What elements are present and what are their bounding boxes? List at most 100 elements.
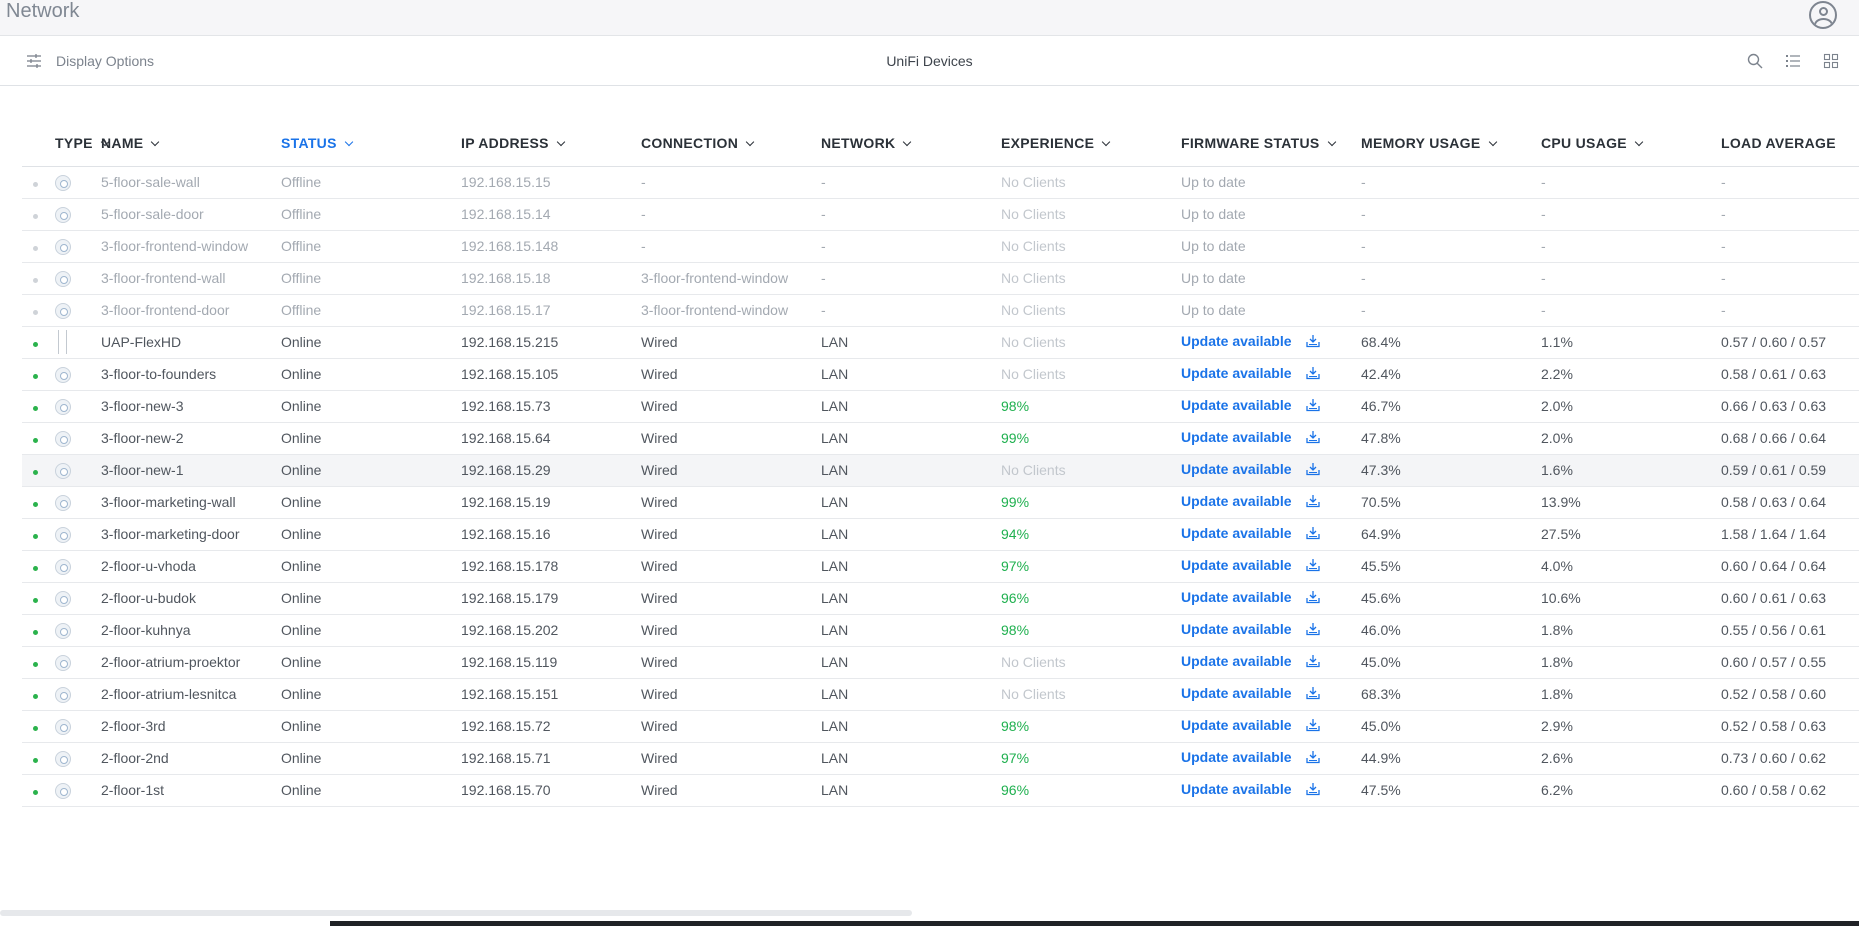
device-name[interactable]: 3-floor-to-founders [101,358,281,391]
column-header-status[interactable]: STATUS [281,120,461,167]
download-icon[interactable] [1305,750,1320,767]
update-available-link[interactable]: Update available [1181,365,1292,381]
update-available-link[interactable]: Update available [1181,525,1292,541]
device-firmware-cell[interactable]: Update available [1181,454,1361,487]
update-available-link[interactable]: Update available [1181,333,1292,349]
update-available-link[interactable]: Update available [1181,493,1292,509]
table-row[interactable]: 2-floor-u-vhoda Online 192.168.15.178 Wired… [22,550,1859,583]
device-firmware-cell[interactable]: Update available [1181,710,1361,743]
device-name[interactable]: 2-floor-u-vhoda [101,550,281,583]
list-view-icon[interactable] [1785,53,1801,69]
device-firmware-cell[interactable]: Update available [1181,390,1361,423]
device-name[interactable]: 3-floor-marketing-door [101,518,281,551]
device-name[interactable]: 2-floor-2nd [101,742,281,775]
device-name[interactable]: 3-floor-frontend-window [101,230,281,263]
download-icon[interactable] [1305,462,1320,479]
device-name[interactable]: 2-floor-u-budok [101,582,281,615]
table-row[interactable]: 2-floor-atrium-proektor Online 192.168.15.… [22,646,1859,679]
column-header-network[interactable]: NETWORK [821,120,1001,167]
table-row[interactable]: UAP-FlexHD Online 192.168.15.215 Wired LAN No… [22,326,1859,359]
download-icon[interactable] [1305,334,1320,351]
table-row[interactable]: 3-floor-frontend-door Offline 192.168.15.1… [22,294,1859,327]
device-firmware-cell[interactable]: Update available [1181,742,1361,775]
table-row[interactable]: 2-floor-atrium-lesnitca Online 192.168.15.… [22,678,1859,711]
download-icon[interactable] [1305,654,1320,671]
update-available-link[interactable]: Update available [1181,461,1292,477]
device-firmware-cell[interactable]: Update available [1181,326,1361,359]
device-name[interactable]: 2-floor-1st [101,774,281,807]
table-row[interactable]: 2-floor-3rd Online 192.168.15.72 Wired LAN 98… [22,710,1859,743]
device-firmware-cell[interactable]: Update available [1181,774,1361,807]
download-icon[interactable] [1305,718,1320,735]
table-row[interactable]: 2-floor-2nd Online 192.168.15.71 Wired LAN 97… [22,742,1859,775]
device-firmware-cell[interactable]: Update available [1181,486,1361,519]
search-icon[interactable] [1747,53,1763,69]
table-row[interactable]: 3-floor-frontend-window Offline 192.168.15… [22,230,1859,263]
download-icon[interactable] [1305,430,1320,447]
device-name[interactable]: 5-floor-sale-door [101,198,281,231]
device-name[interactable]: 3-floor-frontend-wall [101,262,281,295]
device-name[interactable]: 3-floor-marketing-wall [101,486,281,519]
device-firmware-cell[interactable]: Update available [1181,614,1361,647]
device-firmware-cell[interactable]: Update available [1181,518,1361,551]
horizontal-scrollbar[interactable] [0,910,912,916]
device-name[interactable]: UAP-FlexHD [101,326,281,359]
download-icon[interactable] [1305,526,1320,543]
download-icon[interactable] [1305,782,1320,799]
download-icon[interactable] [1305,494,1320,511]
grid-view-icon[interactable] [1823,53,1839,69]
device-name[interactable]: 2-floor-atrium-proektor [101,646,281,679]
device-name[interactable]: 2-floor-atrium-lesnitca [101,678,281,711]
device-firmware-cell[interactable]: Update available [1181,678,1361,711]
device-name[interactable]: 3-floor-new-1 [101,454,281,487]
display-options-button[interactable]: Display Options [26,36,154,86]
device-name[interactable]: 2-floor-kuhnya [101,614,281,647]
column-header-firmware-status[interactable]: FIRMWARE STATUS [1181,120,1361,167]
column-header-cpu-usage[interactable]: CPU USAGE [1541,120,1721,167]
download-icon[interactable] [1305,558,1320,575]
table-row[interactable]: 3-floor-marketing-wall Online 192.168.15.1… [22,486,1859,519]
table-row[interactable]: 3-floor-marketing-door Online 192.168.15.1… [22,518,1859,551]
download-icon[interactable] [1305,590,1320,607]
update-available-link[interactable]: Update available [1181,589,1292,605]
download-icon[interactable] [1305,686,1320,703]
download-icon[interactable] [1305,622,1320,639]
table-row[interactable]: 3-floor-new-1 Online 192.168.15.29 Wired LAN… [22,454,1859,487]
device-firmware-cell[interactable]: Update available [1181,550,1361,583]
device-firmware-cell[interactable]: Update available [1181,582,1361,615]
column-header-memory-usage[interactable]: MEMORY USAGE [1361,120,1541,167]
column-header-type[interactable]: TYPE [55,120,110,167]
table-row[interactable]: 2-floor-u-budok Online 192.168.15.179 Wired… [22,582,1859,615]
table-row[interactable]: 5-floor-sale-door Offline 192.168.15.14- - N… [22,198,1859,231]
update-available-link[interactable]: Update available [1181,653,1292,669]
column-header-connection[interactable]: CONNECTION [641,120,821,167]
device-name[interactable]: 5-floor-sale-wall [101,166,281,199]
table-row[interactable]: 2-floor-1st Online 192.168.15.70 Wired LAN 96… [22,774,1859,807]
device-name[interactable]: 3-floor-new-3 [101,390,281,423]
column-header-load-average[interactable]: LOAD AVERAGE [1721,120,1859,167]
download-icon[interactable] [1305,366,1320,383]
update-available-link[interactable]: Update available [1181,397,1292,413]
device-firmware-cell[interactable]: Update available [1181,358,1361,391]
update-available-link[interactable]: Update available [1181,621,1292,637]
download-icon[interactable] [1305,398,1320,415]
column-header-name[interactable]: NAME [101,120,281,167]
device-name[interactable]: 3-floor-new-2 [101,422,281,455]
table-row[interactable]: 3-floor-new-3 Online 192.168.15.73 Wired LAN… [22,390,1859,423]
user-avatar-icon[interactable] [1809,1,1837,29]
device-firmware-cell[interactable]: Update available [1181,422,1361,455]
table-row[interactable]: 2-floor-kuhnya Online 192.168.15.202 Wired L… [22,614,1859,647]
table-row[interactable]: 5-floor-sale-wall Offline 192.168.15.15- - N… [22,166,1859,199]
update-available-link[interactable]: Update available [1181,429,1292,445]
device-firmware-cell[interactable]: Update available [1181,646,1361,679]
table-row[interactable]: 3-floor-to-founders Online 192.168.15.105 W… [22,358,1859,391]
table-row[interactable]: 3-floor-frontend-wall Offline 192.168.15.1… [22,262,1859,295]
table-row[interactable]: 3-floor-new-2 Online 192.168.15.64 Wired LAN… [22,422,1859,455]
update-available-link[interactable]: Update available [1181,781,1292,797]
update-available-link[interactable]: Update available [1181,749,1292,765]
update-available-link[interactable]: Update available [1181,685,1292,701]
column-header-ip-address[interactable]: IP ADDRESS [461,120,641,167]
device-name[interactable]: 3-floor-frontend-door [101,294,281,327]
column-header-experience[interactable]: EXPERIENCE [1001,120,1181,167]
device-name[interactable]: 2-floor-3rd [101,710,281,743]
